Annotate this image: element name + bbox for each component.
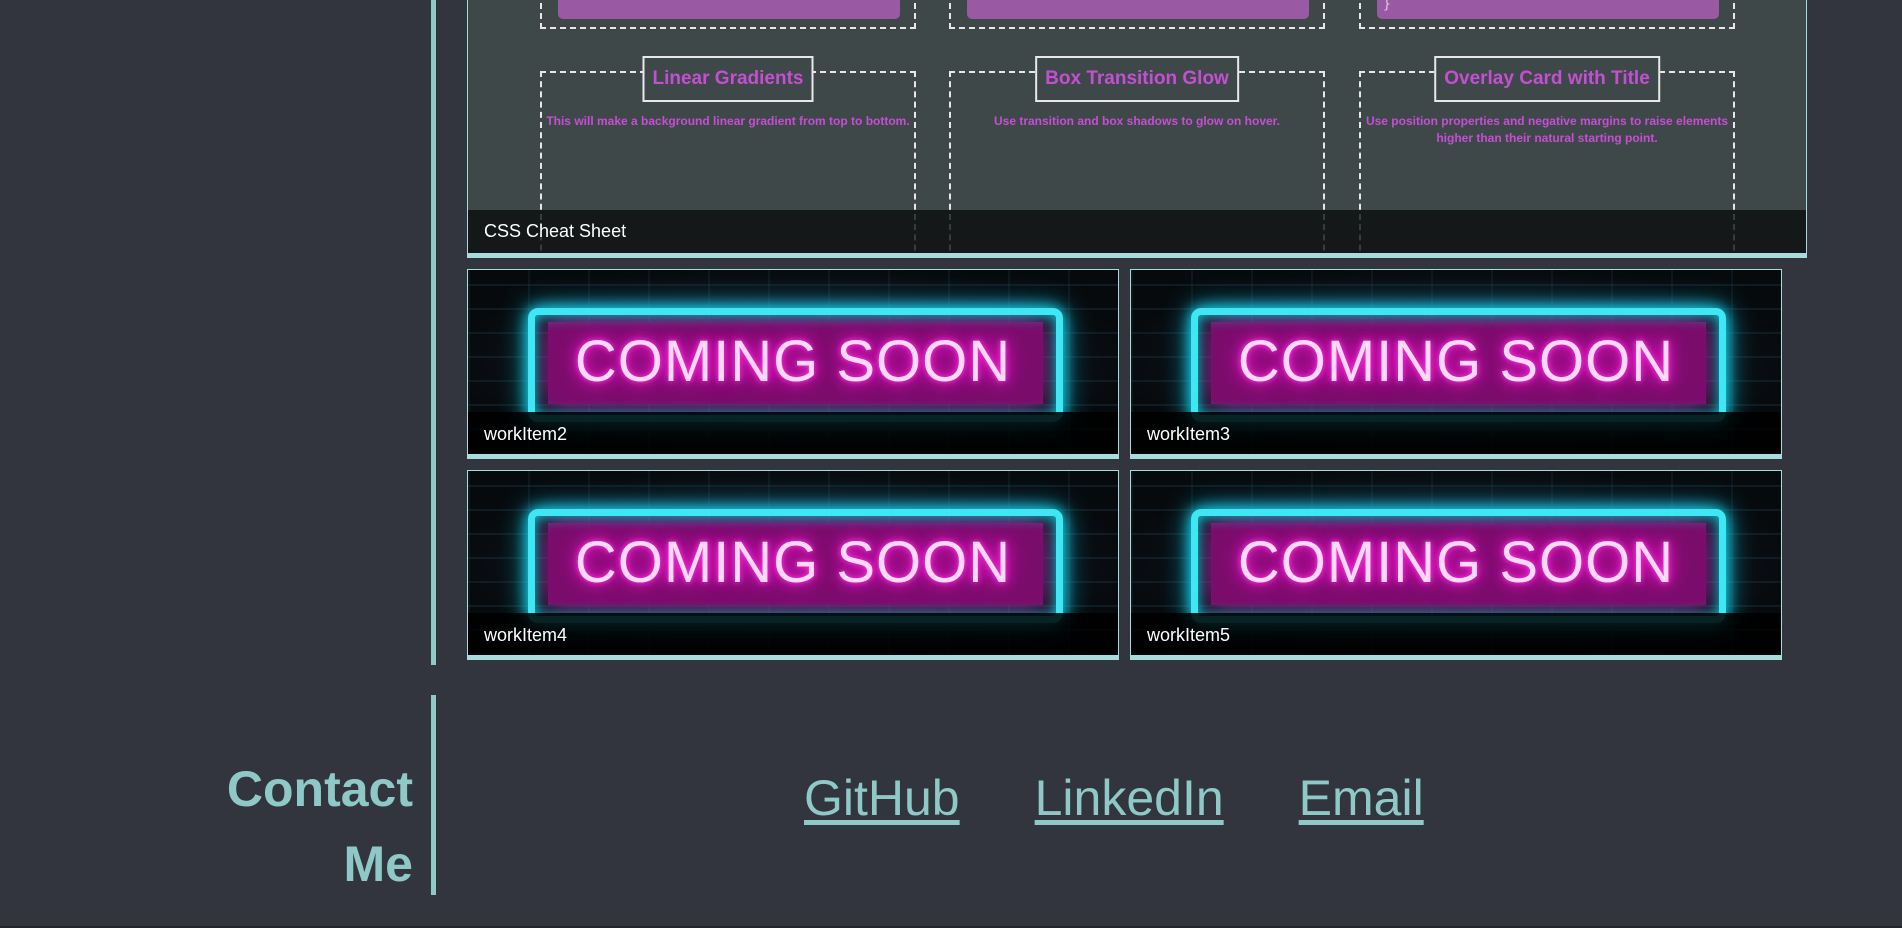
contact-heading-line2: Me (343, 836, 413, 892)
code-sample-bar: } (1377, 0, 1719, 19)
work-item-5[interactable]: COMING SOON workItem5 (1130, 470, 1782, 660)
contact-heading: Contact Me (113, 752, 413, 902)
section-divider-line (431, 0, 436, 665)
cheat-card-title: Box Transition Glow (1035, 56, 1239, 102)
work-item-caption: workItem5 (1131, 613, 1781, 655)
linkedin-link[interactable]: LinkedIn (1035, 766, 1224, 830)
code-sample-bar (967, 0, 1309, 19)
contact-divider-line (431, 695, 436, 895)
work-item-caption: workItem4 (468, 613, 1118, 655)
contact-links: GitHub LinkedIn Email (804, 766, 1424, 830)
work-item-3[interactable]: COMING SOON workItem3 (1130, 269, 1782, 459)
code-brace: } (1383, 0, 1391, 12)
cheat-card-description: Use transition and box shadows to glow o… (993, 114, 1281, 128)
contact-heading-line1: Contact (226, 761, 413, 817)
code-sample-bar (558, 0, 900, 19)
code-sample-box (949, 0, 1325, 29)
coming-soon-text: COMING SOON (1237, 530, 1675, 595)
coming-soon-text: COMING SOON (574, 530, 1012, 595)
cheat-card-description: Use position properties and negative mar… (1365, 114, 1729, 145)
cheat-card-description: This will make a background linear gradi… (546, 114, 910, 128)
coming-soon-text: COMING SOON (574, 329, 1012, 394)
work-item-css-cheat-sheet[interactable]: } Linear Gradients This will make a back… (467, 0, 1807, 258)
work-item-4[interactable]: COMING SOON workItem4 (467, 470, 1119, 660)
work-item-caption: CSS Cheat Sheet (468, 210, 1806, 253)
github-link[interactable]: GitHub (804, 766, 960, 830)
coming-soon-text: COMING SOON (1237, 329, 1675, 394)
work-item-2[interactable]: COMING SOON workItem2 (467, 269, 1119, 459)
work-item-caption: workItem3 (1131, 412, 1781, 454)
work-item-caption: workItem2 (468, 412, 1118, 454)
code-sample-box: } (1359, 0, 1735, 29)
cheat-card-title: Linear Gradients (642, 56, 814, 102)
email-link[interactable]: Email (1299, 766, 1424, 830)
cheat-card-title: Overlay Card with Title (1434, 56, 1660, 102)
code-sample-box (540, 0, 916, 29)
